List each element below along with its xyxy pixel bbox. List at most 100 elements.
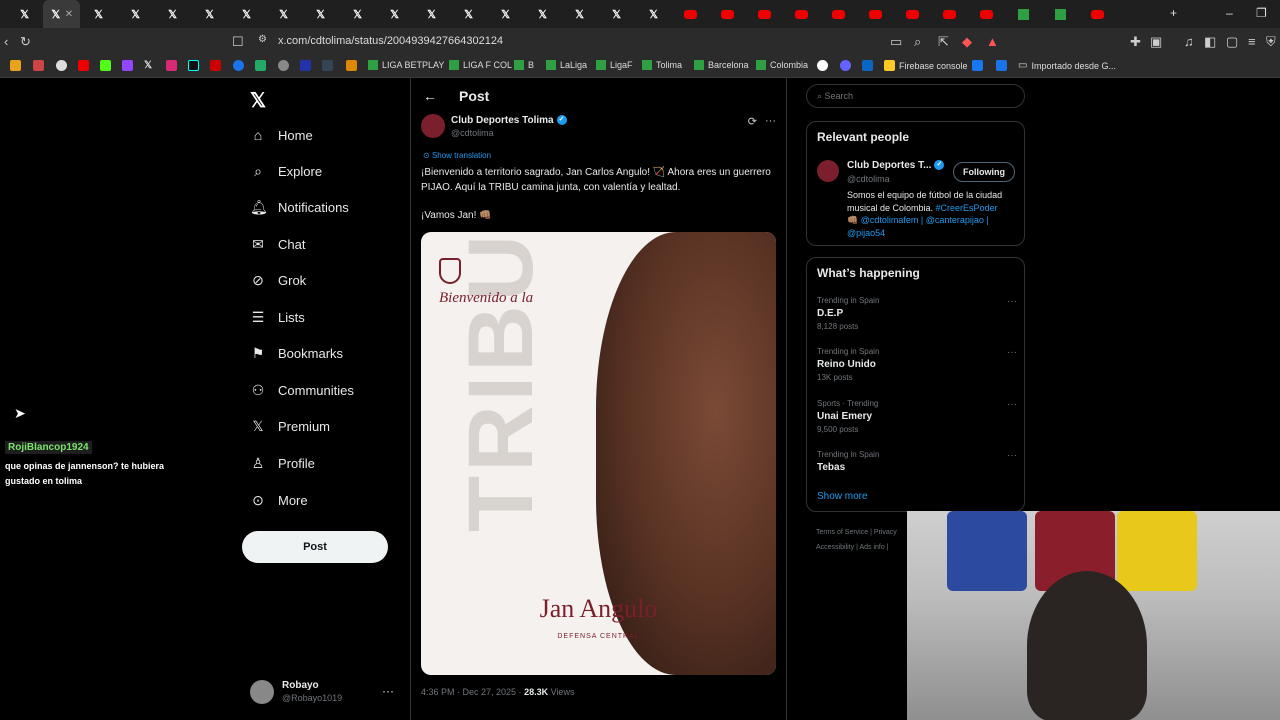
browser-tab[interactable]: 𝕏 — [80, 0, 117, 28]
bookmark-icon[interactable] — [210, 60, 221, 71]
browser-tab[interactable]: 𝕏 — [228, 0, 265, 28]
browser-tab[interactable]: 𝕏 — [191, 0, 228, 28]
back-icon[interactable]: ‹ — [4, 34, 8, 49]
browser-tab-active[interactable]: 𝕏 ✕ — [43, 0, 80, 28]
x-logo-icon[interactable]: 𝕏 — [250, 88, 266, 113]
account-switcher[interactable]: Robayo @Robayo1019 ··· — [250, 678, 400, 708]
twitch-bookmark-icon[interactable] — [122, 60, 133, 71]
browser-tab[interactable] — [968, 0, 1005, 28]
show-more-link[interactable]: Show more — [817, 491, 868, 502]
bookmark-imported-folder[interactable]: ▭ Importado desde G... — [1018, 60, 1116, 71]
bookmark-liga-betplay[interactable]: LIGA BETPLAY — [368, 60, 444, 70]
back-arrow-icon[interactable]: ← — [423, 88, 437, 104]
extensions-icon[interactable]: ✚ — [1130, 34, 1141, 50]
bookmark-liga-f-col[interactable]: LIGA F COL — [449, 60, 512, 70]
bookmark-b[interactable]: B — [514, 60, 534, 70]
zoom-icon[interactable]: ⌕ — [914, 34, 921, 50]
minimize-icon[interactable]: – — [1226, 6, 1233, 20]
nav-premium[interactable]: 𝕏 Premium — [250, 418, 330, 435]
wallet-icon[interactable]: ▢ — [1226, 34, 1238, 50]
media-icon[interactable]: ♫ — [1184, 34, 1194, 49]
trend-item[interactable]: Sports · Trending Unai Emery 9,500 posts… — [817, 399, 1017, 434]
tiktok-bookmark-icon[interactable] — [188, 60, 199, 71]
browser-tab[interactable]: 𝕏 — [117, 0, 154, 28]
bookmark-icon[interactable] — [322, 60, 333, 71]
facebook-bookmark-icon[interactable] — [972, 60, 983, 71]
browser-tab[interactable]: 𝕏 — [265, 0, 302, 28]
browser-tab[interactable]: 𝕏 — [6, 0, 43, 28]
nav-profile[interactable]: ♙ Profile — [250, 455, 315, 472]
browser-tab[interactable]: 𝕏 — [339, 0, 376, 28]
nav-home[interactable]: ⌂ Home — [250, 127, 313, 143]
more-dots-icon[interactable]: ··· — [1007, 347, 1017, 358]
bookmark-icon[interactable] — [346, 60, 357, 71]
following-button[interactable]: Following — [953, 162, 1015, 182]
relevant-person-handle[interactable]: @cdtolima — [847, 174, 890, 184]
share-icon[interactable]: ⇱ — [938, 34, 949, 50]
mastodon-bookmark-icon[interactable] — [840, 60, 851, 71]
bookmark-colombia[interactable]: Colombia — [756, 60, 808, 70]
more-dots-icon[interactable]: ··· — [1007, 296, 1017, 307]
menu-icon[interactable]: ≡ — [1248, 34, 1256, 49]
browser-tab[interactable] — [1079, 0, 1116, 28]
author-handle[interactable]: @cdtolima — [451, 128, 494, 138]
post-image[interactable]: TRIBU Bienvenido a la Jan Angulo DEFENSA… — [421, 232, 776, 675]
reload-icon[interactable]: ↻ — [20, 34, 31, 50]
more-options-icon[interactable]: ··· — [765, 115, 776, 128]
browser-tab[interactable]: 𝕏 — [487, 0, 524, 28]
trend-item[interactable]: Trending in Spain Reino Unido 13K posts … — [817, 347, 1017, 382]
author-name[interactable]: Club Deportes Tolima ✓ — [451, 115, 567, 126]
browser-tab[interactable]: 𝕏 — [450, 0, 487, 28]
search-input[interactable]: ⌕ Search — [806, 84, 1025, 108]
more-dots-icon[interactable]: ··· — [1007, 450, 1017, 461]
bookmark-laliga[interactable]: LaLiga — [546, 60, 587, 70]
browser-tab[interactable]: 𝕏 — [561, 0, 598, 28]
more-dots-icon[interactable]: ··· — [1007, 399, 1017, 410]
bookmark-icon[interactable] — [33, 60, 44, 71]
nav-lists[interactable]: ☰ Lists — [250, 309, 305, 326]
brave-rewards-icon[interactable]: ▲ — [986, 34, 999, 49]
screen-icon[interactable]: ▭ — [890, 34, 902, 50]
browser-tab[interactable]: 𝕏 — [524, 0, 561, 28]
grok-explain-icon[interactable]: ⟳ — [748, 115, 757, 128]
trend-item[interactable]: Trending in Spain Tebas ··· — [817, 450, 1017, 473]
browser-tab[interactable] — [709, 0, 746, 28]
browser-tab[interactable] — [894, 0, 931, 28]
browser-tab[interactable] — [672, 0, 709, 28]
browser-tab[interactable] — [857, 0, 894, 28]
linkedin-bookmark-icon[interactable] — [862, 60, 873, 71]
browser-tab[interactable]: 𝕏 — [376, 0, 413, 28]
browser-tab[interactable] — [746, 0, 783, 28]
close-tab-icon[interactable]: ✕ — [65, 9, 73, 20]
nav-grok[interactable]: ⊘ Grok — [250, 272, 306, 289]
browser-tab[interactable]: 𝕏 — [413, 0, 450, 28]
bookmark-tolima[interactable]: Tolima — [642, 60, 682, 70]
nav-notifications[interactable]: 🔔︎ Notifications — [250, 199, 349, 216]
bookmark-icon[interactable] — [300, 60, 311, 71]
bookmark-barcelona[interactable]: Barcelona — [694, 60, 749, 70]
kick-bookmark-icon[interactable] — [100, 60, 111, 71]
browser-tab[interactable]: 𝕏 — [302, 0, 339, 28]
bookmark-icon[interactable] — [255, 60, 266, 71]
bookmark-firebase[interactable]: Firebase console — [884, 60, 968, 71]
x-bookmark-icon[interactable]: 𝕏 — [144, 60, 152, 71]
bookmark-page-icon[interactable]: ☐ — [232, 34, 244, 50]
browser-tab[interactable]: 𝕏 — [635, 0, 672, 28]
site-info-icon[interactable]: ⚙ — [258, 34, 267, 45]
nav-explore[interactable]: ⌕ Explore — [250, 163, 322, 180]
browser-tab[interactable] — [820, 0, 857, 28]
browser-tab[interactable] — [1005, 0, 1042, 28]
tab-search-icon[interactable]: ▣ — [1150, 34, 1162, 50]
bookmark-ligaf[interactable]: LigaF — [596, 60, 633, 70]
nav-communities[interactable]: ⚇ Communities — [250, 382, 354, 399]
browser-tab[interactable] — [931, 0, 968, 28]
bookmark-icon[interactable] — [56, 60, 67, 71]
bookmark-icon[interactable] — [233, 60, 244, 71]
vpn-icon[interactable]: ⛨ — [1266, 34, 1276, 50]
nav-bookmarks[interactable]: ⚑ Bookmarks — [250, 345, 343, 362]
globe-bookmark-icon[interactable] — [278, 60, 289, 71]
nav-more[interactable]: ⊙ More — [250, 492, 308, 509]
browser-tab[interactable]: 𝕏 — [154, 0, 191, 28]
more-dots-icon[interactable]: ··· — [382, 684, 394, 698]
author-avatar[interactable] — [421, 114, 445, 138]
